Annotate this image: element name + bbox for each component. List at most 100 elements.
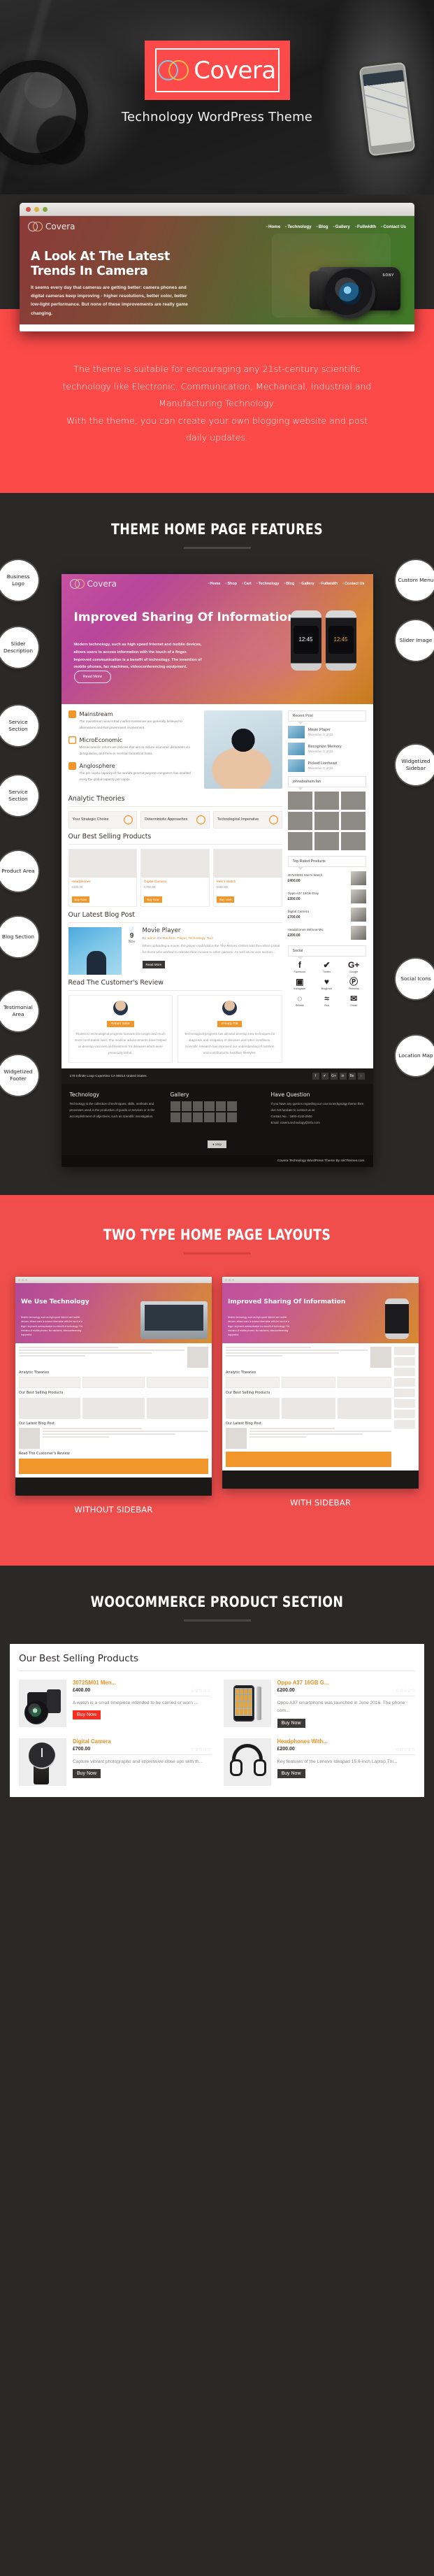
google-plus-icon[interactable]: G+ — [330, 1073, 338, 1080]
star-rating-icon: ☆☆☆☆☆ — [190, 1688, 211, 1694]
gallery-tile[interactable] — [204, 1112, 215, 1123]
linkedin-icon[interactable]: in — [339, 1073, 347, 1080]
gallery-tile[interactable] — [215, 1112, 226, 1123]
footer-social-icons[interactable]: f ✔ G+ in Be ◌ — [312, 1073, 365, 1080]
instagram-tile[interactable] — [287, 831, 312, 850]
instagram-tile[interactable] — [287, 791, 312, 810]
blog-author[interactable]: admin — [147, 937, 156, 940]
buy-now-button[interactable]: Buy Now — [73, 1769, 101, 1779]
mock-nav-cart[interactable]: Cart — [242, 582, 252, 586]
twitter-icon[interactable]: ✔ — [321, 1073, 328, 1080]
layout-highlight-band — [226, 1451, 391, 1467]
product-name[interactable]: 3072SM01 Men... — [73, 1680, 211, 1686]
nav-item-technology[interactable]: Technology — [285, 224, 311, 229]
social-link-instagram[interactable]: ▣ Instagram — [288, 978, 312, 990]
social-link-rss[interactable]: ≈ Rss — [314, 994, 339, 1007]
window-close-icon[interactable] — [26, 206, 31, 212]
social-link-pinterest[interactable]: Ⓟ Pinterest — [342, 978, 366, 990]
nav-item-home[interactable]: Home — [266, 224, 280, 229]
mock-site-logo[interactable]: Covera — [69, 578, 117, 589]
mock-product-card[interactable]: Men's Watch £400.00 Buy Now — [212, 848, 282, 907]
gallery-tile[interactable] — [215, 1101, 226, 1112]
dribbble-icon[interactable]: ◌ — [357, 1073, 365, 1080]
layout-hero-text: Modern technology, such as high speed In… — [21, 1315, 83, 1337]
layouts-heading: Two Type Home Page Layouts — [103, 1226, 331, 1243]
instagram-tile[interactable] — [314, 811, 340, 830]
top-rated-item[interactable]: Headphones Without Mic £200.00 — [288, 925, 366, 940]
gallery-tile[interactable] — [227, 1112, 238, 1123]
top-rated-item[interactable]: Digital Camera £700.00 — [288, 907, 366, 922]
social-link-dribble[interactable]: ◌ Dribble — [288, 994, 312, 1007]
product-price: £400.00 — [73, 1688, 91, 1694]
site-header: Covera Home Technology Blog Gallery Full… — [20, 216, 414, 231]
instagram-tile[interactable] — [341, 811, 366, 830]
buy-now-button[interactable]: Buy Now — [277, 1769, 305, 1779]
instagram-tile[interactable] — [341, 791, 366, 810]
rss-icon: ≈ — [324, 993, 329, 1003]
map-button[interactable]: ● Map — [208, 1140, 226, 1148]
service-desc: Microeconomic reform are policies that a… — [79, 745, 190, 755]
buy-now-button[interactable]: Buy Now — [144, 896, 162, 903]
mock-nav-contact-us[interactable]: Contact Us — [342, 582, 364, 586]
blog-post-title[interactable]: Movie Player — [143, 927, 282, 934]
instagram-tile[interactable] — [341, 831, 366, 850]
mock-nav-blog[interactable]: Blog — [284, 582, 294, 586]
behance-icon[interactable]: Be — [348, 1073, 356, 1080]
nav-item-contact-us[interactable]: Contact Us — [381, 224, 406, 229]
window-minimize-icon[interactable] — [34, 206, 39, 212]
mock-hero-read-more-button[interactable]: Read More — [73, 670, 112, 683]
social-link-google[interactable]: G+ Google — [342, 961, 366, 973]
instagram-tile[interactable] — [314, 791, 340, 810]
gallery-tile[interactable] — [181, 1101, 192, 1112]
recent-post-item[interactable]: Recognize Memory November 9, 2011 — [287, 742, 366, 755]
gallery-tile[interactable] — [181, 1112, 192, 1123]
nav-item-blog[interactable]: Blog — [317, 224, 328, 229]
recent-post-item[interactable]: Movie Player November 9, 2011 — [287, 725, 366, 738]
layout-screenshot: We Use Technology Modern technology, suc… — [15, 1276, 212, 1496]
layout-row — [19, 1346, 208, 1368]
mock-product-card[interactable]: Headphones £200.00 Buy Now — [68, 848, 138, 907]
facebook-icon[interactable]: f — [312, 1073, 319, 1080]
social-link-bloglovin[interactable]: ♥ Bloglovin — [314, 978, 339, 990]
nav-item-fullwidth[interactable]: Fullwidth — [355, 224, 376, 229]
window-maximize-icon[interactable] — [43, 206, 48, 212]
instagram-tile[interactable] — [287, 811, 312, 830]
buy-now-button[interactable]: Buy Now — [216, 896, 235, 903]
product-name[interactable]: Headphones With... — [277, 1738, 416, 1745]
gallery-tile[interactable] — [193, 1101, 203, 1112]
gallery-tile[interactable] — [170, 1112, 180, 1123]
buy-now-button[interactable]: Buy Now — [277, 1718, 305, 1728]
phone-map-screen — [362, 69, 412, 147]
social-link-facebook[interactable]: f Facebook — [288, 961, 312, 973]
gallery-tile[interactable] — [170, 1101, 180, 1112]
recent-post-item[interactable]: Picked Lionhead November 9, 2011 — [287, 759, 366, 772]
widget-title-recent-post: Recent Post — [287, 710, 366, 724]
site-nav[interactable]: Home Technology Blog Gallery Fullwidth C… — [266, 224, 406, 229]
nav-item-gallery[interactable]: Gallery — [333, 224, 350, 229]
top-rated-item[interactable]: Oppo A37 16GB Gray £200.00 — [288, 889, 366, 903]
envelope-icon: ✉ — [350, 993, 358, 1003]
woocommerce-section: WooCommerce Product Section Our Best Sel… — [0, 1565, 434, 1825]
blog-read-more-button[interactable]: Read More — [142, 960, 166, 968]
social-link-email[interactable]: ✉ Email — [342, 994, 366, 1007]
mock-site-nav[interactable]: Home Shop Cart Technology Blog Gallery F… — [208, 582, 365, 586]
gallery-tile[interactable] — [227, 1101, 238, 1112]
mock-nav-fullwidth[interactable]: Fullwidth — [319, 582, 338, 586]
mock-nav-shop[interactable]: Shop — [226, 582, 236, 586]
product-name[interactable]: Digital Camera — [73, 1738, 211, 1745]
social-link-twitter[interactable]: ✔ Twitter — [314, 961, 339, 973]
buy-now-button[interactable]: Buy Now — [71, 896, 90, 903]
site-logo[interactable]: Covera — [28, 222, 75, 231]
gallery-tile[interactable] — [204, 1101, 215, 1112]
mock-nav-home[interactable]: Home — [208, 582, 221, 586]
blog-tags[interactable]: Machine, Player, Technology, Tool — [163, 937, 213, 940]
top-rated-item[interactable]: 3072SM01 Men's Watch £400.00 — [288, 871, 366, 885]
mock-nav-technology[interactable]: Technology — [256, 582, 280, 586]
mock-nav-gallery[interactable]: Gallery — [299, 582, 314, 586]
buy-now-button[interactable]: Buy Now — [73, 1710, 101, 1720]
gallery-tile[interactable] — [193, 1112, 203, 1123]
smartphone-illustration — [224, 1680, 271, 1727]
product-name[interactable]: Oppo A37 16GB G... — [277, 1680, 416, 1686]
mock-product-card[interactable]: Digital Camera £700.00 Buy Now — [140, 848, 210, 907]
instagram-tile[interactable] — [314, 831, 340, 850]
